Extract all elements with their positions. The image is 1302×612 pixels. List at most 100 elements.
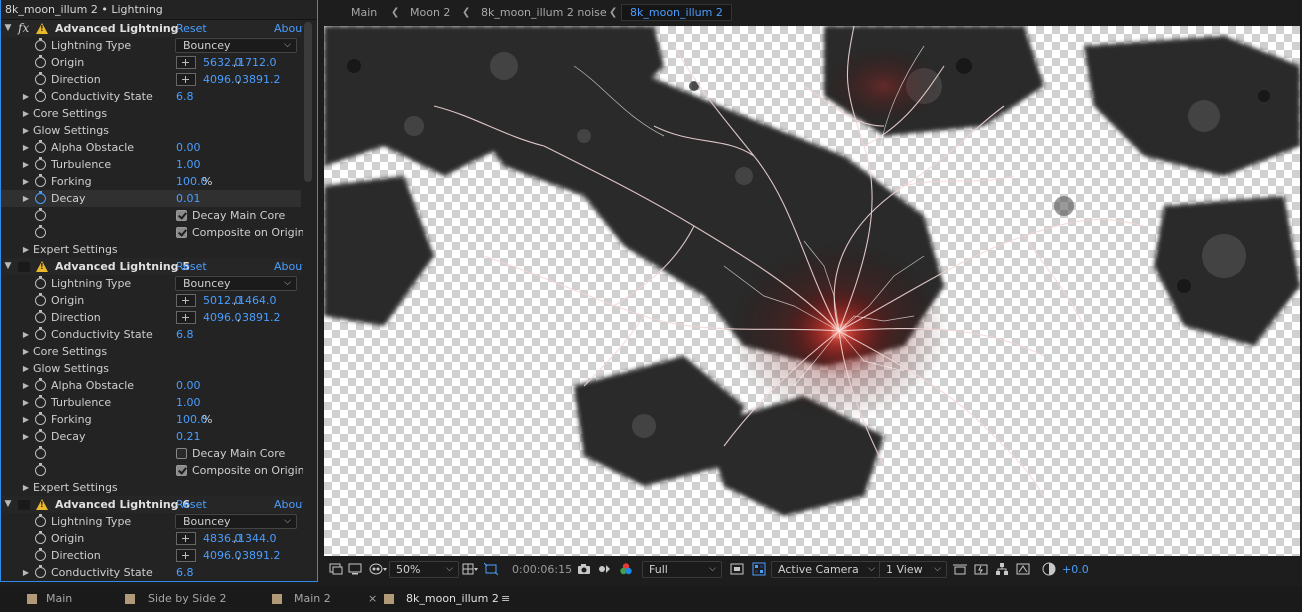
view-layout-dropdown[interactable]: 1 View ⌵ bbox=[879, 561, 947, 578]
stopwatch-icon[interactable] bbox=[35, 191, 46, 204]
breadcrumb-noise[interactable]: 8k_moon_illum 2 noise bbox=[481, 4, 607, 21]
alpha-obstacle-value[interactable]: 0.00 bbox=[176, 377, 201, 394]
group-expert-settings[interactable]: ▶ Expert Settings bbox=[1, 479, 301, 496]
fx-toggle-icon[interactable]: fx bbox=[18, 20, 29, 37]
origin-y-value[interactable]: 1464.0 bbox=[238, 292, 277, 309]
stopwatch-icon[interactable] bbox=[35, 548, 46, 561]
stopwatch-icon[interactable] bbox=[35, 72, 46, 85]
stopwatch-icon[interactable] bbox=[35, 412, 46, 425]
twirl-closed-icon[interactable]: ▶ bbox=[21, 479, 31, 496]
twirl-closed-icon[interactable]: ▶ bbox=[21, 377, 31, 394]
stopwatch-icon[interactable] bbox=[35, 565, 46, 578]
reset-button[interactable]: Reset bbox=[176, 20, 207, 37]
camera-dropdown[interactable]: Active Camera ⌵ bbox=[771, 561, 881, 578]
decay-main-core-checkbox[interactable] bbox=[176, 210, 187, 221]
about-button[interactable]: About bbox=[274, 496, 307, 513]
panel-scrollbar[interactable] bbox=[303, 20, 313, 581]
direction-x-value[interactable]: 4096.0 bbox=[203, 309, 242, 326]
color-channels-icon[interactable] bbox=[619, 562, 633, 576]
reset-button[interactable]: Reset bbox=[176, 496, 207, 513]
camera-snapshot-icon[interactable] bbox=[577, 562, 591, 576]
exposure-icon[interactable] bbox=[1042, 562, 1056, 576]
tab-side-by-side-2[interactable]: Side by Side 2 bbox=[125, 586, 245, 612]
stopwatch-icon[interactable] bbox=[35, 55, 46, 68]
stopwatch-icon[interactable] bbox=[35, 157, 46, 170]
about-button[interactable]: About bbox=[274, 20, 307, 37]
direction-y-value[interactable]: 3891.2 bbox=[242, 71, 281, 88]
direction-y-value[interactable]: 3891.2 bbox=[242, 547, 281, 564]
stopwatch-icon[interactable] bbox=[35, 89, 46, 102]
close-icon[interactable]: × bbox=[368, 586, 377, 612]
group-glow-settings[interactable]: ▶ Glow Settings bbox=[1, 360, 301, 377]
current-time[interactable]: 0:00:06:15 bbox=[512, 562, 572, 577]
lightning-type-dropdown[interactable]: Bouncey ⌵ bbox=[175, 38, 297, 53]
always-preview-icon[interactable] bbox=[329, 562, 343, 576]
lightning-type-dropdown[interactable]: Bouncey ⌵ bbox=[175, 276, 297, 291]
twirl-closed-icon[interactable]: ▶ bbox=[21, 241, 31, 258]
effect-header[interactable]: ▼ Advanced Lightning 6Reset About bbox=[1, 496, 307, 513]
twirl-closed-icon[interactable]: ▶ bbox=[21, 88, 31, 105]
twirl-closed-icon[interactable]: ▶ bbox=[21, 156, 31, 173]
origin-y-value[interactable]: 1712.0 bbox=[238, 54, 277, 71]
twirl-open-icon[interactable]: ▼ bbox=[3, 496, 13, 513]
stopwatch-icon[interactable] bbox=[35, 395, 46, 408]
crosshair-icon[interactable] bbox=[176, 294, 196, 307]
fast-previews-icon[interactable] bbox=[730, 562, 744, 576]
composite-on-origin-checkbox[interactable] bbox=[176, 465, 187, 476]
effect-header[interactable]: ▼ Advanced Lightning 5Reset About bbox=[1, 258, 307, 275]
turbulence-value[interactable]: 1.00 bbox=[176, 156, 201, 173]
flowchart-icon[interactable] bbox=[995, 562, 1009, 576]
crosshair-icon[interactable] bbox=[176, 56, 196, 69]
group-core-settings[interactable]: ▶ Core Settings bbox=[1, 105, 301, 122]
group-core-settings[interactable]: ▶ Core Settings bbox=[1, 343, 301, 360]
tab-main-2[interactable]: Main 2 bbox=[272, 586, 352, 612]
conductivity-value[interactable]: 6.8 bbox=[176, 564, 194, 581]
direction-x-value[interactable]: 4096.0 bbox=[203, 71, 242, 88]
about-button[interactable]: About bbox=[274, 258, 307, 275]
twirl-closed-icon[interactable]: ▶ bbox=[21, 326, 31, 343]
grid-guides-icon[interactable] bbox=[462, 562, 478, 576]
twirl-closed-icon[interactable]: ▶ bbox=[21, 105, 31, 122]
crosshair-icon[interactable] bbox=[176, 73, 196, 86]
transparency-grid-icon[interactable] bbox=[752, 562, 766, 576]
twirl-open-icon[interactable]: ▼ bbox=[3, 258, 13, 275]
menu-icon[interactable]: ≡ bbox=[501, 586, 510, 612]
turbulence-value[interactable]: 1.00 bbox=[176, 394, 201, 411]
stopwatch-icon[interactable] bbox=[35, 514, 46, 527]
stopwatch-icon[interactable] bbox=[35, 174, 46, 187]
fx-toggle-icon[interactable] bbox=[18, 262, 30, 272]
stopwatch-icon[interactable] bbox=[35, 463, 46, 476]
stopwatch-icon[interactable] bbox=[35, 446, 46, 459]
lightning-type-dropdown[interactable]: Bouncey ⌵ bbox=[175, 514, 297, 529]
twirl-closed-icon[interactable]: ▶ bbox=[21, 139, 31, 156]
stopwatch-icon[interactable] bbox=[35, 293, 46, 306]
twirl-closed-icon[interactable]: ▶ bbox=[21, 428, 31, 445]
stopwatch-icon[interactable] bbox=[35, 38, 46, 51]
stopwatch-icon[interactable] bbox=[35, 429, 46, 442]
breadcrumb-active[interactable]: 8k_moon_illum 2 bbox=[621, 4, 732, 21]
twirl-closed-icon[interactable]: ▶ bbox=[21, 190, 31, 207]
conductivity-value[interactable]: 6.8 bbox=[176, 326, 194, 343]
stopwatch-icon[interactable] bbox=[35, 531, 46, 544]
twirl-closed-icon[interactable]: ▶ bbox=[21, 360, 31, 377]
group-glow-settings[interactable]: ▶ Glow Settings bbox=[1, 122, 301, 139]
origin-y-value[interactable]: 1344.0 bbox=[238, 530, 277, 547]
monitor-icon[interactable] bbox=[348, 562, 362, 576]
scrollbar-thumb[interactable] bbox=[304, 22, 312, 182]
decay-main-core-checkbox[interactable] bbox=[176, 448, 187, 459]
crosshair-icon[interactable] bbox=[176, 549, 196, 562]
breadcrumb-main[interactable]: Main bbox=[351, 4, 377, 21]
stopwatch-icon[interactable] bbox=[35, 378, 46, 391]
direction-y-value[interactable]: 3891.2 bbox=[242, 309, 281, 326]
composite-on-origin-checkbox[interactable] bbox=[176, 227, 187, 238]
fx-toggle-icon[interactable] bbox=[18, 500, 30, 510]
stopwatch-icon[interactable] bbox=[35, 225, 46, 238]
stopwatch-icon[interactable] bbox=[35, 276, 46, 289]
decay-value[interactable]: 0.21 bbox=[176, 428, 201, 445]
breadcrumb-moon-2[interactable]: Moon 2 bbox=[410, 4, 450, 21]
direction-x-value[interactable]: 4096.0 bbox=[203, 547, 242, 564]
tab-8k-moon-illum-2[interactable]: × 8k_moon_illum 2 ≡ bbox=[368, 586, 518, 612]
stopwatch-icon[interactable] bbox=[35, 327, 46, 340]
decay-value[interactable]: 0.01 bbox=[176, 190, 201, 207]
effect-header[interactable]: ▼ fx Advanced LightningReset About bbox=[1, 20, 307, 37]
